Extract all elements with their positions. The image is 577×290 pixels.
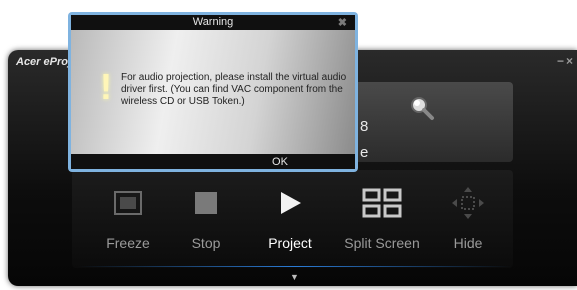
info-value-2: e <box>360 144 369 161</box>
accent-divider <box>78 266 512 267</box>
warning-dialog: Warning ✖ ! For audio projection, please… <box>68 12 358 172</box>
freeze-icon <box>88 186 168 220</box>
split-screen-icon <box>332 186 432 220</box>
dialog-message: For audio projection, please install the… <box>121 72 347 107</box>
split-screen-label: Split Screen <box>344 235 420 251</box>
minimize-button[interactable]: − <box>557 54 564 68</box>
stop-icon <box>166 186 246 220</box>
ok-button[interactable]: OK <box>255 155 305 169</box>
stop-label: Stop <box>191 235 221 251</box>
close-button[interactable]: × <box>566 54 573 68</box>
stop-button[interactable]: Stop <box>166 186 246 251</box>
window-controls: − × <box>557 54 573 68</box>
dialog-body: ! For audio projection, please install t… <box>71 30 355 154</box>
exclamation-icon: ! <box>100 66 112 107</box>
expand-arrow-icon[interactable]: ▼ <box>290 272 299 282</box>
hide-button[interactable]: Hide <box>428 186 508 251</box>
info-value-1: 8 <box>360 118 369 135</box>
dialog-frame: Warning ✖ ! For audio projection, please… <box>71 15 355 169</box>
freeze-button[interactable]: Freeze <box>88 186 168 251</box>
split-screen-button[interactable]: Split Screen <box>332 186 432 251</box>
hide-icon <box>428 186 508 220</box>
dialog-title: Warning <box>192 16 234 28</box>
search-icon[interactable] <box>408 94 436 122</box>
freeze-label: Freeze <box>106 235 150 251</box>
dialog-close-icon[interactable]: ✖ <box>338 16 347 29</box>
project-button[interactable]: Project <box>250 186 330 251</box>
play-icon <box>250 186 330 220</box>
project-label: Project <box>268 235 312 251</box>
hide-label: Hide <box>453 235 483 251</box>
